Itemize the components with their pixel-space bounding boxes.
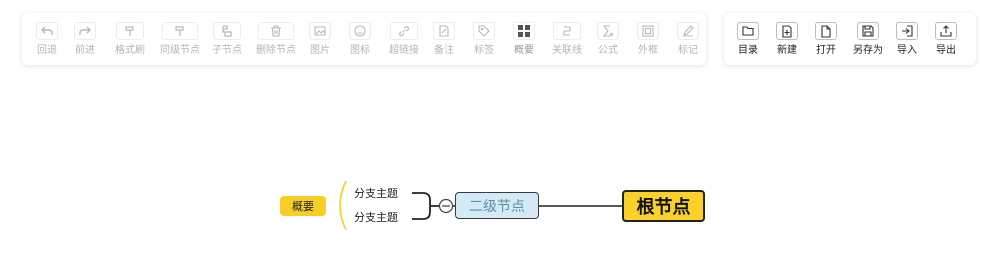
sibling-node-label: 同级节点	[160, 45, 200, 56]
undo-icon	[41, 26, 53, 35]
child-node-label: 子节点	[212, 45, 242, 56]
image-label: 图片	[310, 45, 330, 56]
import-button[interactable]: 导入	[893, 22, 921, 57]
link-button[interactable]: 超链接	[386, 22, 422, 57]
redo-label: 前进	[75, 45, 95, 56]
redo-icon	[79, 26, 91, 35]
sibling-node-icon	[175, 26, 184, 36]
link-icon	[399, 26, 409, 37]
note-button[interactable]: 备注	[430, 22, 458, 57]
tag-label: 标签	[474, 45, 494, 56]
outer-frame-button[interactable]: 外框	[634, 22, 662, 57]
emoji-label: 图标	[350, 45, 370, 56]
save-as-button[interactable]: 另存为	[851, 22, 885, 57]
format-painter-button[interactable]: 格式刷	[112, 22, 148, 57]
folder-icon	[742, 26, 754, 36]
directory-label: 目录	[738, 45, 758, 56]
child-node-button[interactable]: 子节点	[210, 22, 244, 57]
redo-button[interactable]: 前进	[72, 22, 98, 57]
undo-label: 回退	[37, 45, 57, 56]
delete-node-label: 删除节点	[256, 45, 296, 56]
child-node-icon	[222, 25, 232, 37]
import-icon	[902, 25, 913, 37]
second-level-node[interactable]: 二级节点	[455, 192, 539, 219]
formula-button[interactable]: 公式	[594, 22, 622, 57]
new-label: 新建	[777, 45, 797, 56]
emoji-icon	[354, 25, 366, 37]
mark-icon	[683, 25, 694, 37]
relation-line-icon	[563, 26, 571, 36]
summary-label: 概要	[514, 45, 534, 56]
note-label: 备注	[434, 45, 454, 56]
relation-line-label: 关联线	[552, 45, 582, 56]
format-painter-icon	[125, 26, 134, 36]
image-icon	[314, 26, 326, 36]
formula-icon	[602, 25, 614, 37]
outer-frame-label: 外框	[638, 45, 658, 56]
summary-node[interactable]: 概要	[280, 196, 326, 216]
format-painter-label: 格式刷	[115, 45, 145, 56]
export-label: 导出	[936, 45, 956, 56]
save-as-label: 另存为	[853, 45, 883, 56]
delete-node-icon	[271, 25, 281, 37]
summary-button[interactable]: 概要	[510, 22, 538, 57]
link-label: 超链接	[389, 45, 419, 56]
relation-line-button[interactable]: 关联线	[550, 22, 584, 57]
open-label: 打开	[816, 45, 836, 56]
sibling-node-button[interactable]: 同级节点	[158, 22, 202, 57]
save-as-icon	[862, 25, 874, 37]
summary-icon	[518, 25, 530, 37]
import-label: 导入	[897, 45, 917, 56]
new-file-icon	[782, 24, 792, 38]
open-button[interactable]: 打开	[812, 22, 840, 57]
edit-toolbar: 回退 前进 格式刷 同级节点 子节点 删除节点 图片 图标 超链接 备注 标签	[22, 13, 706, 65]
branch-topic-2[interactable]: 分支主题	[354, 211, 398, 224]
formula-label: 公式	[598, 45, 618, 56]
export-button[interactable]: 导出	[932, 22, 960, 57]
directory-button[interactable]: 目录	[734, 22, 762, 57]
image-button[interactable]: 图片	[306, 22, 334, 57]
tag-button[interactable]: 标签	[470, 22, 498, 57]
mark-button[interactable]: 标记	[674, 22, 702, 57]
new-button[interactable]: 新建	[773, 22, 801, 57]
branch-connector	[412, 192, 439, 220]
emoji-button[interactable]: 图标	[346, 22, 374, 57]
summary-brace	[339, 180, 347, 231]
branch-topic-1[interactable]: 分支主题	[354, 187, 398, 200]
file-toolbar: 目录 新建 打开 另存为 导入 导出	[724, 13, 976, 65]
undo-button[interactable]: 回退	[34, 22, 60, 57]
tag-icon	[478, 25, 490, 37]
open-file-icon	[821, 24, 831, 38]
outer-frame-icon	[642, 25, 654, 37]
root-node[interactable]: 根节点	[622, 190, 705, 222]
mark-label: 标记	[678, 45, 698, 56]
delete-node-button[interactable]: 删除节点	[254, 22, 298, 57]
note-icon	[439, 25, 449, 37]
export-icon	[940, 25, 952, 37]
